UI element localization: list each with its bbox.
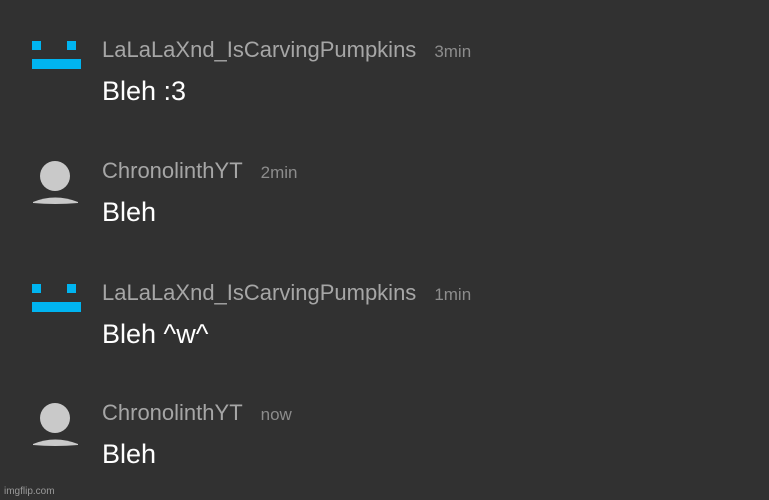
- comment-text: Bleh: [102, 439, 157, 469]
- username[interactable]: LaLaLaXnd_IsCarvingPumpkins: [102, 37, 416, 62]
- timestamp: now: [260, 405, 292, 424]
- comment-text: Bleh ^w^: [102, 319, 209, 349]
- comment-header: LaLaLaXnd_IsCarvingPumpkins 3min: [102, 37, 471, 65]
- username[interactable]: ChronolinthYT: [102, 158, 243, 183]
- default-user-icon[interactable]: [28, 400, 84, 456]
- comment-header: LaLaLaXnd_IsCarvingPumpkins 1min: [102, 280, 471, 308]
- default-user-icon[interactable]: [28, 158, 84, 214]
- comment-header: ChronolinthYT now: [102, 400, 292, 428]
- comment-item: LaLaLaXnd_IsCarvingPumpkins 1min Bleh ^w^: [0, 280, 769, 390]
- face-logo-icon[interactable]: [28, 37, 84, 93]
- timestamp: 2min: [260, 163, 298, 182]
- comment-item: ChronolinthYT 2min Bleh: [0, 158, 769, 268]
- comment-header: ChronolinthYT 2min: [102, 158, 298, 186]
- watermark: imgflip.com: [4, 486, 55, 497]
- face-logo-icon[interactable]: [28, 280, 84, 336]
- username[interactable]: ChronolinthYT: [102, 400, 243, 425]
- timestamp: 1min: [434, 285, 472, 304]
- timestamp: 3min: [434, 42, 472, 61]
- comment-item: ChronolinthYT now Bleh: [0, 400, 769, 500]
- username[interactable]: LaLaLaXnd_IsCarvingPumpkins: [102, 280, 416, 305]
- comment-text: Bleh: [102, 197, 157, 227]
- comment-item: LaLaLaXnd_IsCarvingPumpkins 3min Bleh :3: [0, 37, 769, 147]
- comment-text: Bleh :3: [102, 76, 187, 106]
